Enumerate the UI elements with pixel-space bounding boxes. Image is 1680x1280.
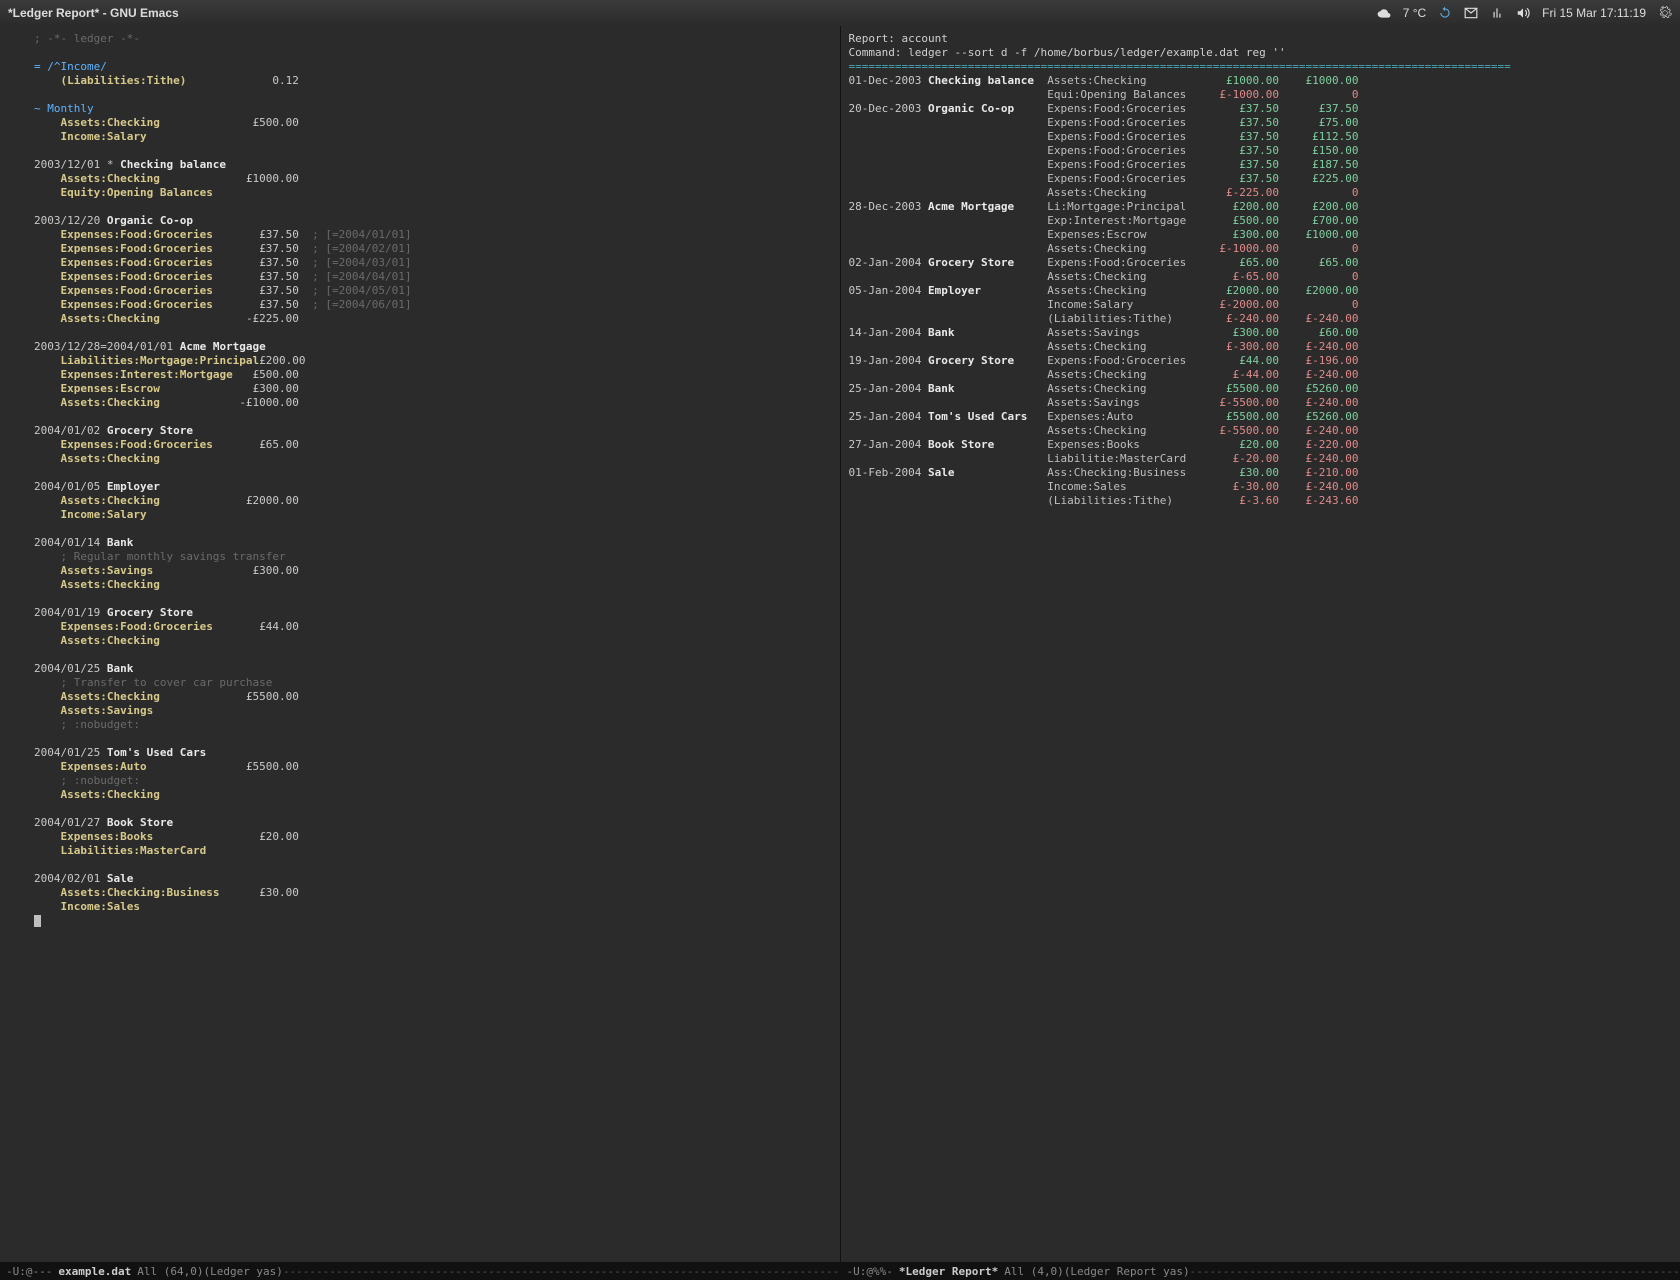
modeline-flags: -U:@--- <box>6 1265 52 1278</box>
refresh-icon[interactable] <box>1438 6 1452 20</box>
volume-icon[interactable] <box>1516 6 1530 20</box>
left-pane: ; -*- ledger -*- = /^Income/ (Liabilitie… <box>0 26 841 1280</box>
emacs-frame: ; -*- ledger -*- = /^Income/ (Liabilitie… <box>0 26 1680 1280</box>
modeline-left: -U:@--- example.dat All (64,0) (Ledger y… <box>0 1262 840 1280</box>
network-icon[interactable] <box>1490 6 1504 20</box>
weather-text: 7 °C <box>1403 6 1426 20</box>
modeline-flags: -U:@%%- <box>847 1265 893 1278</box>
modeline-right: -U:@%%- *Ledger Report* All (4,0) (Ledge… <box>841 1262 1680 1280</box>
modeline-fill: ----------------------------------------… <box>1190 1265 1680 1278</box>
modeline-buffer-name: example.dat <box>58 1265 131 1278</box>
system-tray: 7 °C Fri 15 Mar 17:11:19 <box>1377 6 1672 20</box>
modeline-mode: (Ledger yas) <box>203 1265 282 1278</box>
modeline-mode: (Ledger Report yas) <box>1064 1265 1190 1278</box>
ledger-source-buffer[interactable]: ; -*- ledger -*- = /^Income/ (Liabilitie… <box>0 26 840 1262</box>
settings-icon[interactable] <box>1658 6 1672 20</box>
window-title: *Ledger Report* - GNU Emacs <box>8 6 179 20</box>
modeline-position: All (64,0) <box>137 1265 203 1278</box>
clock-text: Fri 15 Mar 17:11:19 <box>1542 6 1646 20</box>
ledger-report-buffer[interactable]: Report: accountCommand: ledger --sort d … <box>841 26 1680 1262</box>
modeline-position: All (4,0) <box>1004 1265 1064 1278</box>
titlebar: *Ledger Report* - GNU Emacs 7 °C Fri 15 … <box>0 0 1680 26</box>
modeline-buffer-name: *Ledger Report* <box>899 1265 998 1278</box>
modeline-fill: ----------------------------------------… <box>283 1265 840 1278</box>
mail-icon[interactable] <box>1464 6 1478 20</box>
right-pane: Report: accountCommand: ledger --sort d … <box>841 26 1680 1280</box>
weather-icon <box>1377 6 1391 20</box>
